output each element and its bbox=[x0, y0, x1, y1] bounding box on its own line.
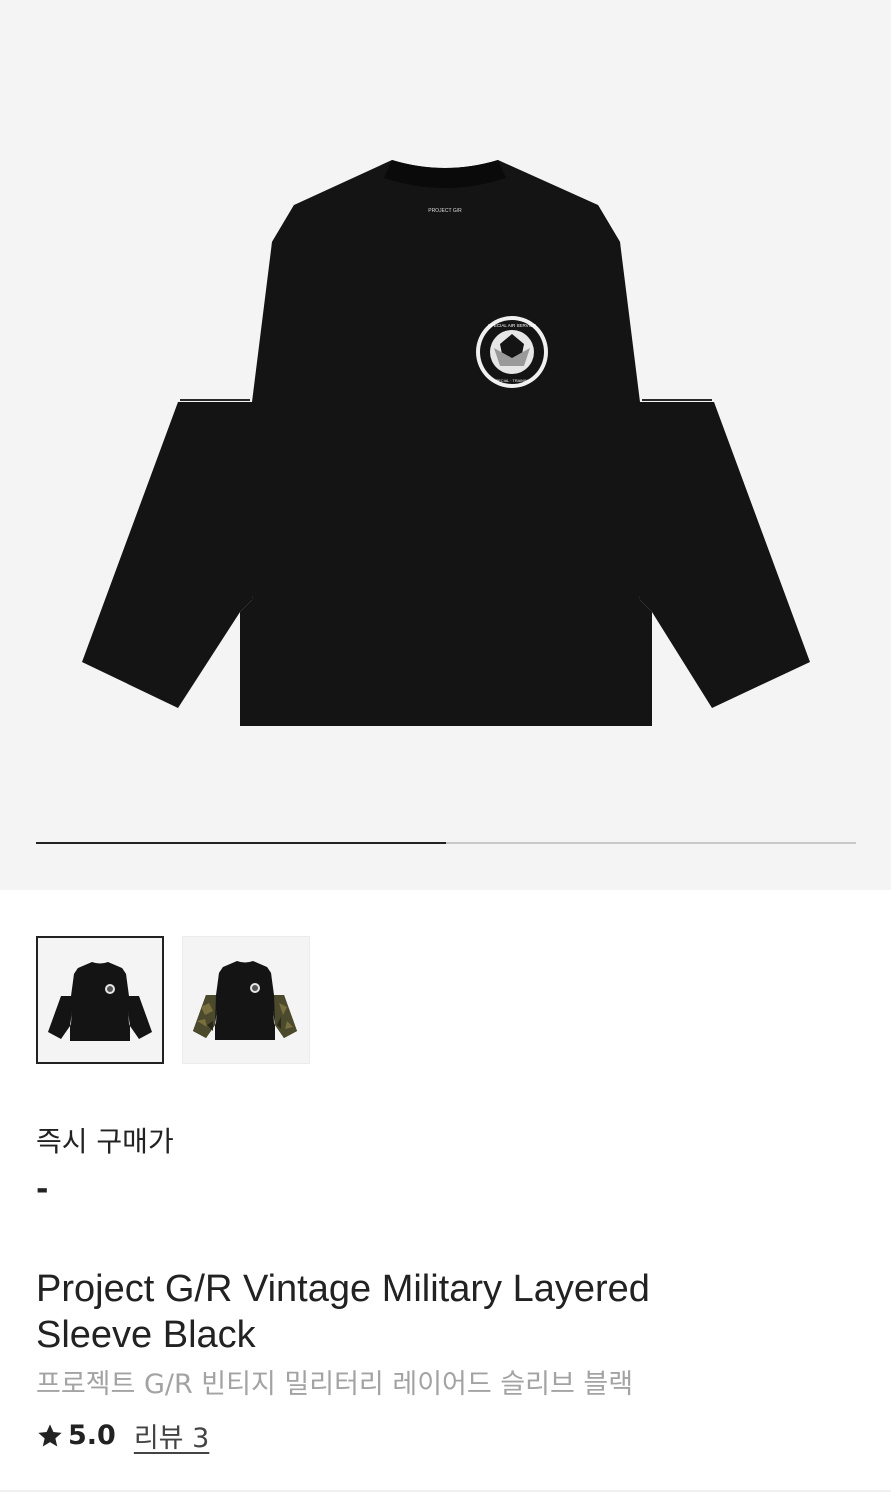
thumbnail-camo-sleeve[interactable] bbox=[182, 936, 310, 1064]
instant-buy-price-value: - bbox=[36, 1172, 49, 1207]
star-icon bbox=[38, 1423, 62, 1446]
gallery-progress-fill bbox=[36, 842, 446, 844]
divider bbox=[0, 1490, 891, 1492]
review-count-link[interactable]: 리뷰 3 bbox=[134, 1416, 209, 1455]
instant-buy-price-label: 즉시 구매가 bbox=[36, 1125, 174, 1158]
thumbnail-black[interactable] bbox=[36, 936, 164, 1064]
rating-row: 5.0 리뷰 3 bbox=[36, 1416, 209, 1455]
thumbnail-strip bbox=[36, 936, 310, 1064]
rating-score: 5.0 bbox=[68, 1420, 116, 1451]
product-image-carousel[interactable]: PROJECT G/R SPECIAL AIR SERVICE SPECIAL … bbox=[0, 0, 891, 890]
product-subtitle: 프로젝트 G/R 빈티지 밀리터리 레이어드 슬리브 블랙 bbox=[36, 1369, 634, 1400]
thumbnail-camo-image bbox=[193, 961, 297, 1040]
emblem-top-text: SPECIAL AIR SERVICE bbox=[488, 323, 536, 328]
thumbnail-black-image bbox=[48, 962, 152, 1041]
product-title: Project G/R Vintage Military Layered Sle… bbox=[36, 1268, 650, 1356]
emblem-bottom-text: SPECIAL · TRAINING bbox=[493, 379, 530, 383]
emblem-graphic: SPECIAL AIR SERVICE SPECIAL · TRAINING bbox=[476, 316, 548, 388]
gallery-progress-bar bbox=[36, 842, 856, 844]
product-main-image: PROJECT G/R SPECIAL AIR SERVICE SPECIAL … bbox=[82, 160, 810, 726]
collar-label: PROJECT G/R bbox=[428, 208, 462, 214]
